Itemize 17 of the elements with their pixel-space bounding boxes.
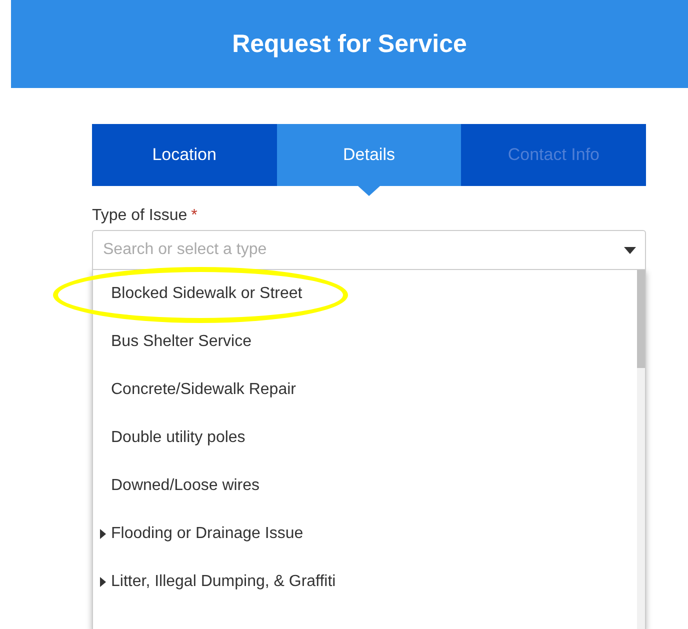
tab-pointer-icon xyxy=(358,186,380,196)
dropdown-option[interactable]: Litter, Illegal Dumping, & Graffiti xyxy=(93,558,637,606)
field-label: Type of Issue xyxy=(92,207,188,225)
type-select-field[interactable]: Search or select a type xyxy=(92,230,646,270)
dropdown-option[interactable]: Blocked Sidewalk or Street xyxy=(93,270,637,318)
expand-triangle-icon xyxy=(100,577,106,587)
dropdown-option[interactable]: Concrete/Sidewalk Repair xyxy=(93,366,637,414)
dropdown-option[interactable]: Flooding or Drainage Issue xyxy=(93,510,637,558)
expand-triangle-icon xyxy=(100,529,106,539)
required-mark: * xyxy=(191,207,198,225)
page-title: Request for Service xyxy=(232,30,467,58)
dropdown-option[interactable]: Downed/Loose wires xyxy=(93,462,637,510)
caret-icon xyxy=(624,247,636,254)
dropdown-option[interactable]: Bus Shelter Service xyxy=(93,318,637,366)
step-tab[interactable]: Location xyxy=(92,124,277,186)
scrollbar[interactable] xyxy=(637,270,645,629)
dropdown-option[interactable]: Double utility poles xyxy=(93,414,637,462)
